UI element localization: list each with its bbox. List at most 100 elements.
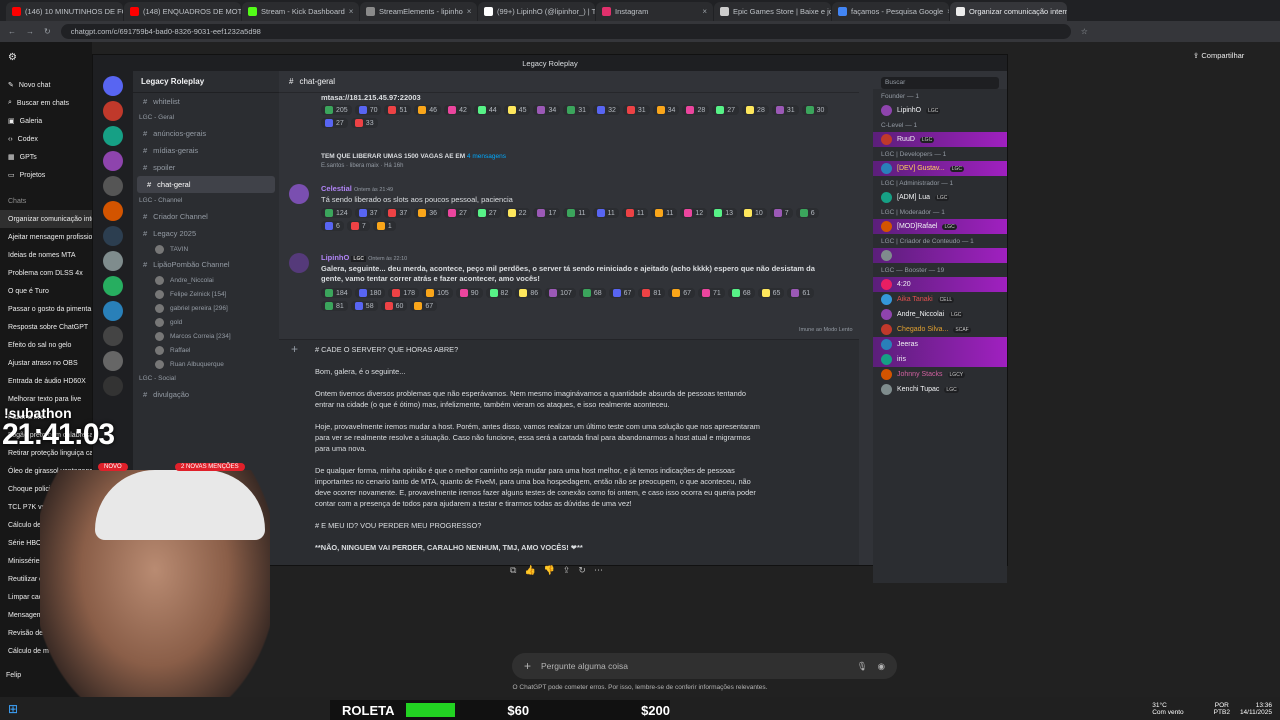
codex-button[interactable]: ‹› Codex <box>0 130 92 148</box>
reaction-chip[interactable]: 27 <box>444 208 471 218</box>
chat-history-item[interactable]: Resposta sobre ChatGPT <box>0 318 92 336</box>
voice-user[interactable]: Marcos Correia [234] <box>133 329 279 343</box>
mic-icon[interactable]: 🎙 <box>857 661 868 672</box>
chat-history-item[interactable]: Organizar comunicação inte <box>0 210 92 228</box>
reaction-chip[interactable]: 105 <box>422 288 453 298</box>
reaction-chip[interactable]: 27 <box>321 118 348 128</box>
voice-user[interactable]: gold <box>133 315 279 329</box>
voice-user[interactable]: Ruan Albuquerque <box>133 357 279 371</box>
reaction-chip[interactable]: 184 <box>321 288 352 298</box>
reaction-chip[interactable]: 180 <box>354 288 386 298</box>
channel-item[interactable]: # Legacy 2025 <box>133 225 279 242</box>
browser-tab[interactable]: (146) 10 MINUTINHOS DE FO× <box>6 2 123 21</box>
server-icon[interactable] <box>103 76 123 96</box>
chat-history-item[interactable]: Ajeitar mensagem profissio <box>0 228 92 246</box>
member-item[interactable]: Chegado Silva... SCAF <box>873 322 1007 337</box>
chat-history-item[interactable]: Efeito do sal no gelo <box>0 336 92 354</box>
close-icon[interactable]: × <box>947 7 949 16</box>
member-item[interactable]: [ADM] Lua LGC <box>873 190 1007 205</box>
channel-item-selected[interactable]: # chat-geral <box>137 176 275 193</box>
search-chats-button[interactable]: ⌕ Buscar em chats <box>0 94 92 112</box>
reaction-chip[interactable]: 12 <box>680 208 708 218</box>
channel-item[interactable]: # LipãoPombão Channel <box>133 256 279 273</box>
reaction-chip[interactable]: 11 <box>621 208 649 218</box>
member-item[interactable]: Johnny Stacks LGCY <box>873 367 1007 382</box>
plus-icon[interactable]: + <box>524 659 531 673</box>
server-icon[interactable] <box>103 376 123 396</box>
member-item[interactable]: Aika Tanaki CELL <box>873 292 1007 307</box>
reaction-chip[interactable]: 6 <box>321 221 344 231</box>
reaction-chip[interactable]: 44 <box>473 105 501 115</box>
reaction-chip[interactable]: 82 <box>485 288 513 298</box>
reaction-chip[interactable]: 37 <box>354 208 382 218</box>
browser-tab[interactable]: Instagram × <box>596 2 713 21</box>
reaction-chip[interactable]: 86 <box>515 288 543 298</box>
reaction-chip[interactable]: 7 <box>346 221 370 231</box>
voice-user[interactable]: Raffael <box>133 343 279 357</box>
reaction-chip[interactable]: 67 <box>668 288 696 298</box>
bookmark-star-icon[interactable]: ☆ <box>1081 27 1088 36</box>
reaction-chip[interactable]: 58 <box>350 301 378 311</box>
reaction-chip[interactable]: 71 <box>698 288 725 298</box>
reaction-chip[interactable]: 28 <box>742 105 769 115</box>
reaction-chip[interactable]: 11 <box>592 208 619 218</box>
channel-category[interactable]: LGC - Social <box>133 371 279 386</box>
member-item[interactable]: iris <box>873 352 1007 367</box>
regenerate-icon[interactable]: ↻ <box>578 565 586 579</box>
reaction-chip[interactable]: 30 <box>801 105 829 115</box>
reaction-chip[interactable]: 27 <box>712 105 740 115</box>
reaction-chip[interactable]: 37 <box>384 208 412 218</box>
reaction-chip[interactable]: 22 <box>503 208 531 218</box>
browser-tab[interactable]: Epic Games Store | Baixe e jog× <box>714 2 831 21</box>
reaction-chip[interactable]: 27 <box>473 208 501 218</box>
back-icon[interactable]: ← <box>8 27 16 36</box>
reaction-chip[interactable]: 10 <box>739 208 767 218</box>
chat-history-item[interactable]: Passar o gosto da pimenta <box>0 300 92 318</box>
reaction-chip[interactable]: 28 <box>682 105 710 115</box>
chat-history-item[interactable]: Ideias de nomes MTA <box>0 246 92 264</box>
reaction-chip[interactable]: 67 <box>410 301 438 311</box>
gpts-button[interactable]: ▦ GPTs <box>0 148 92 166</box>
reaction-chip[interactable]: 34 <box>652 105 680 115</box>
reaction-chip[interactable]: 32 <box>593 105 620 115</box>
more-icon[interactable]: ⋯ <box>594 565 603 579</box>
reaction-chip[interactable]: 34 <box>533 105 561 115</box>
browser-tab[interactable]: StreamElements - lipinho × <box>360 2 477 21</box>
chat-history-item[interactable]: O que é Turo <box>0 282 92 300</box>
reaction-chip[interactable]: 90 <box>455 288 483 298</box>
channel-item[interactable]: # whitelist <box>133 93 279 110</box>
reaction-chip[interactable]: 31 <box>771 105 799 115</box>
mentions-badge[interactable]: 2 NOVAS MENÇÕES <box>175 463 245 471</box>
channel-item[interactable]: # mídias-gerais <box>133 142 279 159</box>
reaction-chip[interactable]: 42 <box>444 105 471 115</box>
reaction-chip[interactable]: 6 <box>795 208 819 218</box>
windows-start-icon[interactable]: ⊞ <box>8 702 18 716</box>
reaction-chip[interactable]: 205 <box>321 105 352 115</box>
voice-user[interactable]: Felipe Zelnick [154] <box>133 287 279 301</box>
share-icon[interactable]: ⇪ <box>563 565 571 579</box>
reaction-chip[interactable]: 36 <box>414 208 442 218</box>
reaction-chip[interactable]: 65 <box>757 288 785 298</box>
server-icon[interactable] <box>103 326 123 346</box>
reaction-chip[interactable]: 7 <box>769 208 793 218</box>
member-item[interactable]: LipinhO LGC <box>873 103 1007 118</box>
member-item[interactable]: Andre_Niccolai LGC <box>873 307 1007 322</box>
browser-tab[interactable]: Organizar comunicação interna × <box>950 2 1067 21</box>
member-item[interactable] <box>873 248 1007 263</box>
reaction-chip[interactable]: 45 <box>503 105 531 115</box>
copy-icon[interactable]: ⧉ <box>510 565 516 579</box>
channel-item[interactable]: # divulgação <box>133 386 279 403</box>
reaction-chip[interactable]: 68 <box>578 288 606 298</box>
avatar[interactable] <box>289 184 309 204</box>
chat-history-item[interactable]: Problema com DLSS 4x <box>0 264 92 282</box>
reaction-chip[interactable]: 33 <box>350 118 378 128</box>
server-icon[interactable] <box>103 176 123 196</box>
voice-user[interactable]: TAVIN <box>133 242 279 256</box>
projects-button[interactable]: ▭ Projetos <box>0 166 92 184</box>
plus-icon[interactable]: + <box>291 342 298 356</box>
reaction-chip[interactable]: 1 <box>372 221 396 231</box>
server-name[interactable]: Legacy Roleplay <box>133 71 279 93</box>
channel-category[interactable]: LGC - Channel <box>133 193 279 208</box>
member-item[interactable]: 4:20 <box>873 277 1007 292</box>
author-name[interactable]: Celestial <box>321 184 352 193</box>
